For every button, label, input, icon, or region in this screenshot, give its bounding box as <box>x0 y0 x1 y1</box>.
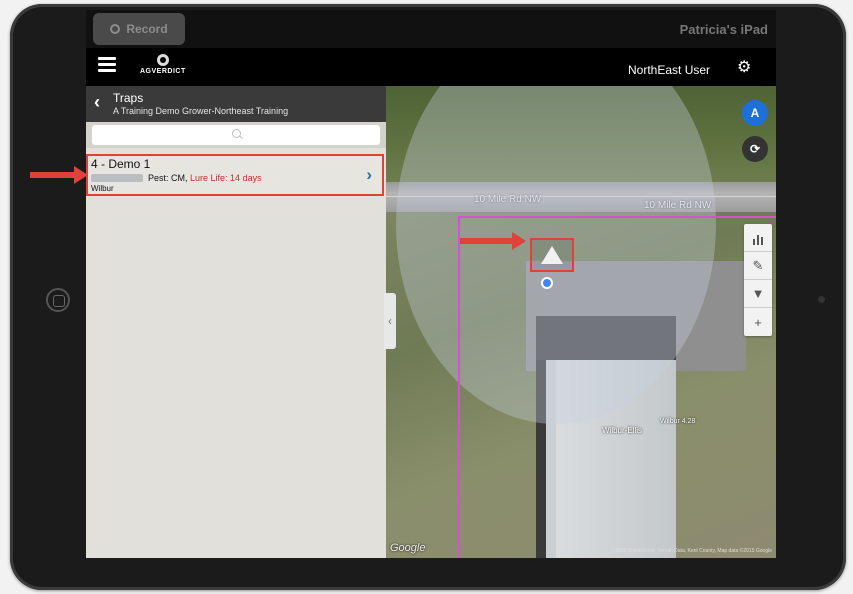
redacted-field <box>91 174 143 182</box>
edit-icon: ✎ <box>752 257 764 273</box>
trap-name: 4 - Demo 1 <box>91 157 151 171</box>
record-button[interactable]: Record <box>93 13 185 45</box>
logo-text: AGVERDICT <box>140 68 186 75</box>
trap-pest: Pest: CM, <box>148 173 188 183</box>
app-screen: Record Patricia's iPad AGVERDICT NorthEa… <box>86 10 776 558</box>
app-bar: AGVERDICT NorthEast User ⚙ <box>86 48 776 86</box>
annotation-arrow-map <box>460 232 526 250</box>
logo-mark-icon <box>156 54 169 66</box>
status-bar: Record Patricia's iPad <box>86 10 776 48</box>
bar-chart-icon <box>752 230 764 245</box>
trap-lure-life: Lure Life: 14 days <box>190 173 262 183</box>
agverdict-logo: AGVERDICT <box>140 54 186 75</box>
gear-icon[interactable]: ⚙ <box>737 60 751 76</box>
trap-details: Pest: CM, Lure Life: 14 days <box>148 173 262 183</box>
collapse-panel-tab[interactable]: ‹ <box>384 293 396 349</box>
filter-icon: ▼ <box>751 286 765 301</box>
poi-label: Wilbur-Ellis <box>602 426 642 435</box>
trap-marker[interactable] <box>530 238 574 272</box>
chart-tool-button[interactable] <box>744 224 772 252</box>
refresh-icon: ⟳ <box>749 142 761 156</box>
map-toolbar: ✎ ▼ + <box>744 224 772 336</box>
search-bar <box>86 122 386 148</box>
google-logo: Google <box>390 542 426 554</box>
trap-marker-icon <box>541 246 563 264</box>
annotation-arrow-list <box>30 166 88 184</box>
camera-lens <box>818 296 825 303</box>
hamburger-menu-icon[interactable] <box>98 57 116 73</box>
satellite-map[interactable]: 10 Mile Rd NW 10 Mile Rd NW Wilbur-Ellis… <box>386 86 776 558</box>
field-boundary <box>458 216 776 558</box>
trap-list-item[interactable]: 4 - Demo 1 Pest: CM, Lure Life: 14 days … <box>86 154 384 196</box>
record-label: Record <box>126 22 168 36</box>
poi-detail: Wilbur 4.28 <box>660 418 696 425</box>
user-name[interactable]: NorthEast User <box>628 63 710 77</box>
navigation-icon: A <box>750 106 760 120</box>
trap-grower: Wilbur <box>91 184 114 193</box>
traps-panel: ‹ Traps A Training Demo Grower-Northeast… <box>86 86 386 558</box>
current-location-dot <box>541 277 553 289</box>
record-icon <box>110 24 121 34</box>
panel-subtitle: A Training Demo Grower-Northeast Trainin… <box>113 106 289 116</box>
search-icon <box>232 129 241 138</box>
panel-title: Traps <box>113 91 144 105</box>
home-button[interactable] <box>46 288 70 312</box>
chevron-left-icon: ‹ <box>388 314 392 328</box>
map-attribution: ©2015 DigitalGlobe, Terrain Data, Kent C… <box>611 548 772 554</box>
chevron-left-icon[interactable]: ‹ <box>94 92 100 113</box>
plus-icon: + <box>754 314 762 330</box>
filter-tool-button[interactable]: ▼ <box>744 280 772 308</box>
panel-header: ‹ Traps A Training Demo Grower-Northeast… <box>86 86 386 122</box>
search-input[interactable] <box>92 125 380 145</box>
add-tool-button[interactable]: + <box>744 308 772 336</box>
device-name: Patricia's iPad <box>679 22 768 37</box>
navigation-button[interactable]: A <box>742 100 768 126</box>
edit-tool-button[interactable]: ✎ <box>744 252 772 280</box>
chevron-right-icon[interactable]: › <box>366 165 372 185</box>
refresh-button[interactable]: ⟳ <box>742 136 768 162</box>
